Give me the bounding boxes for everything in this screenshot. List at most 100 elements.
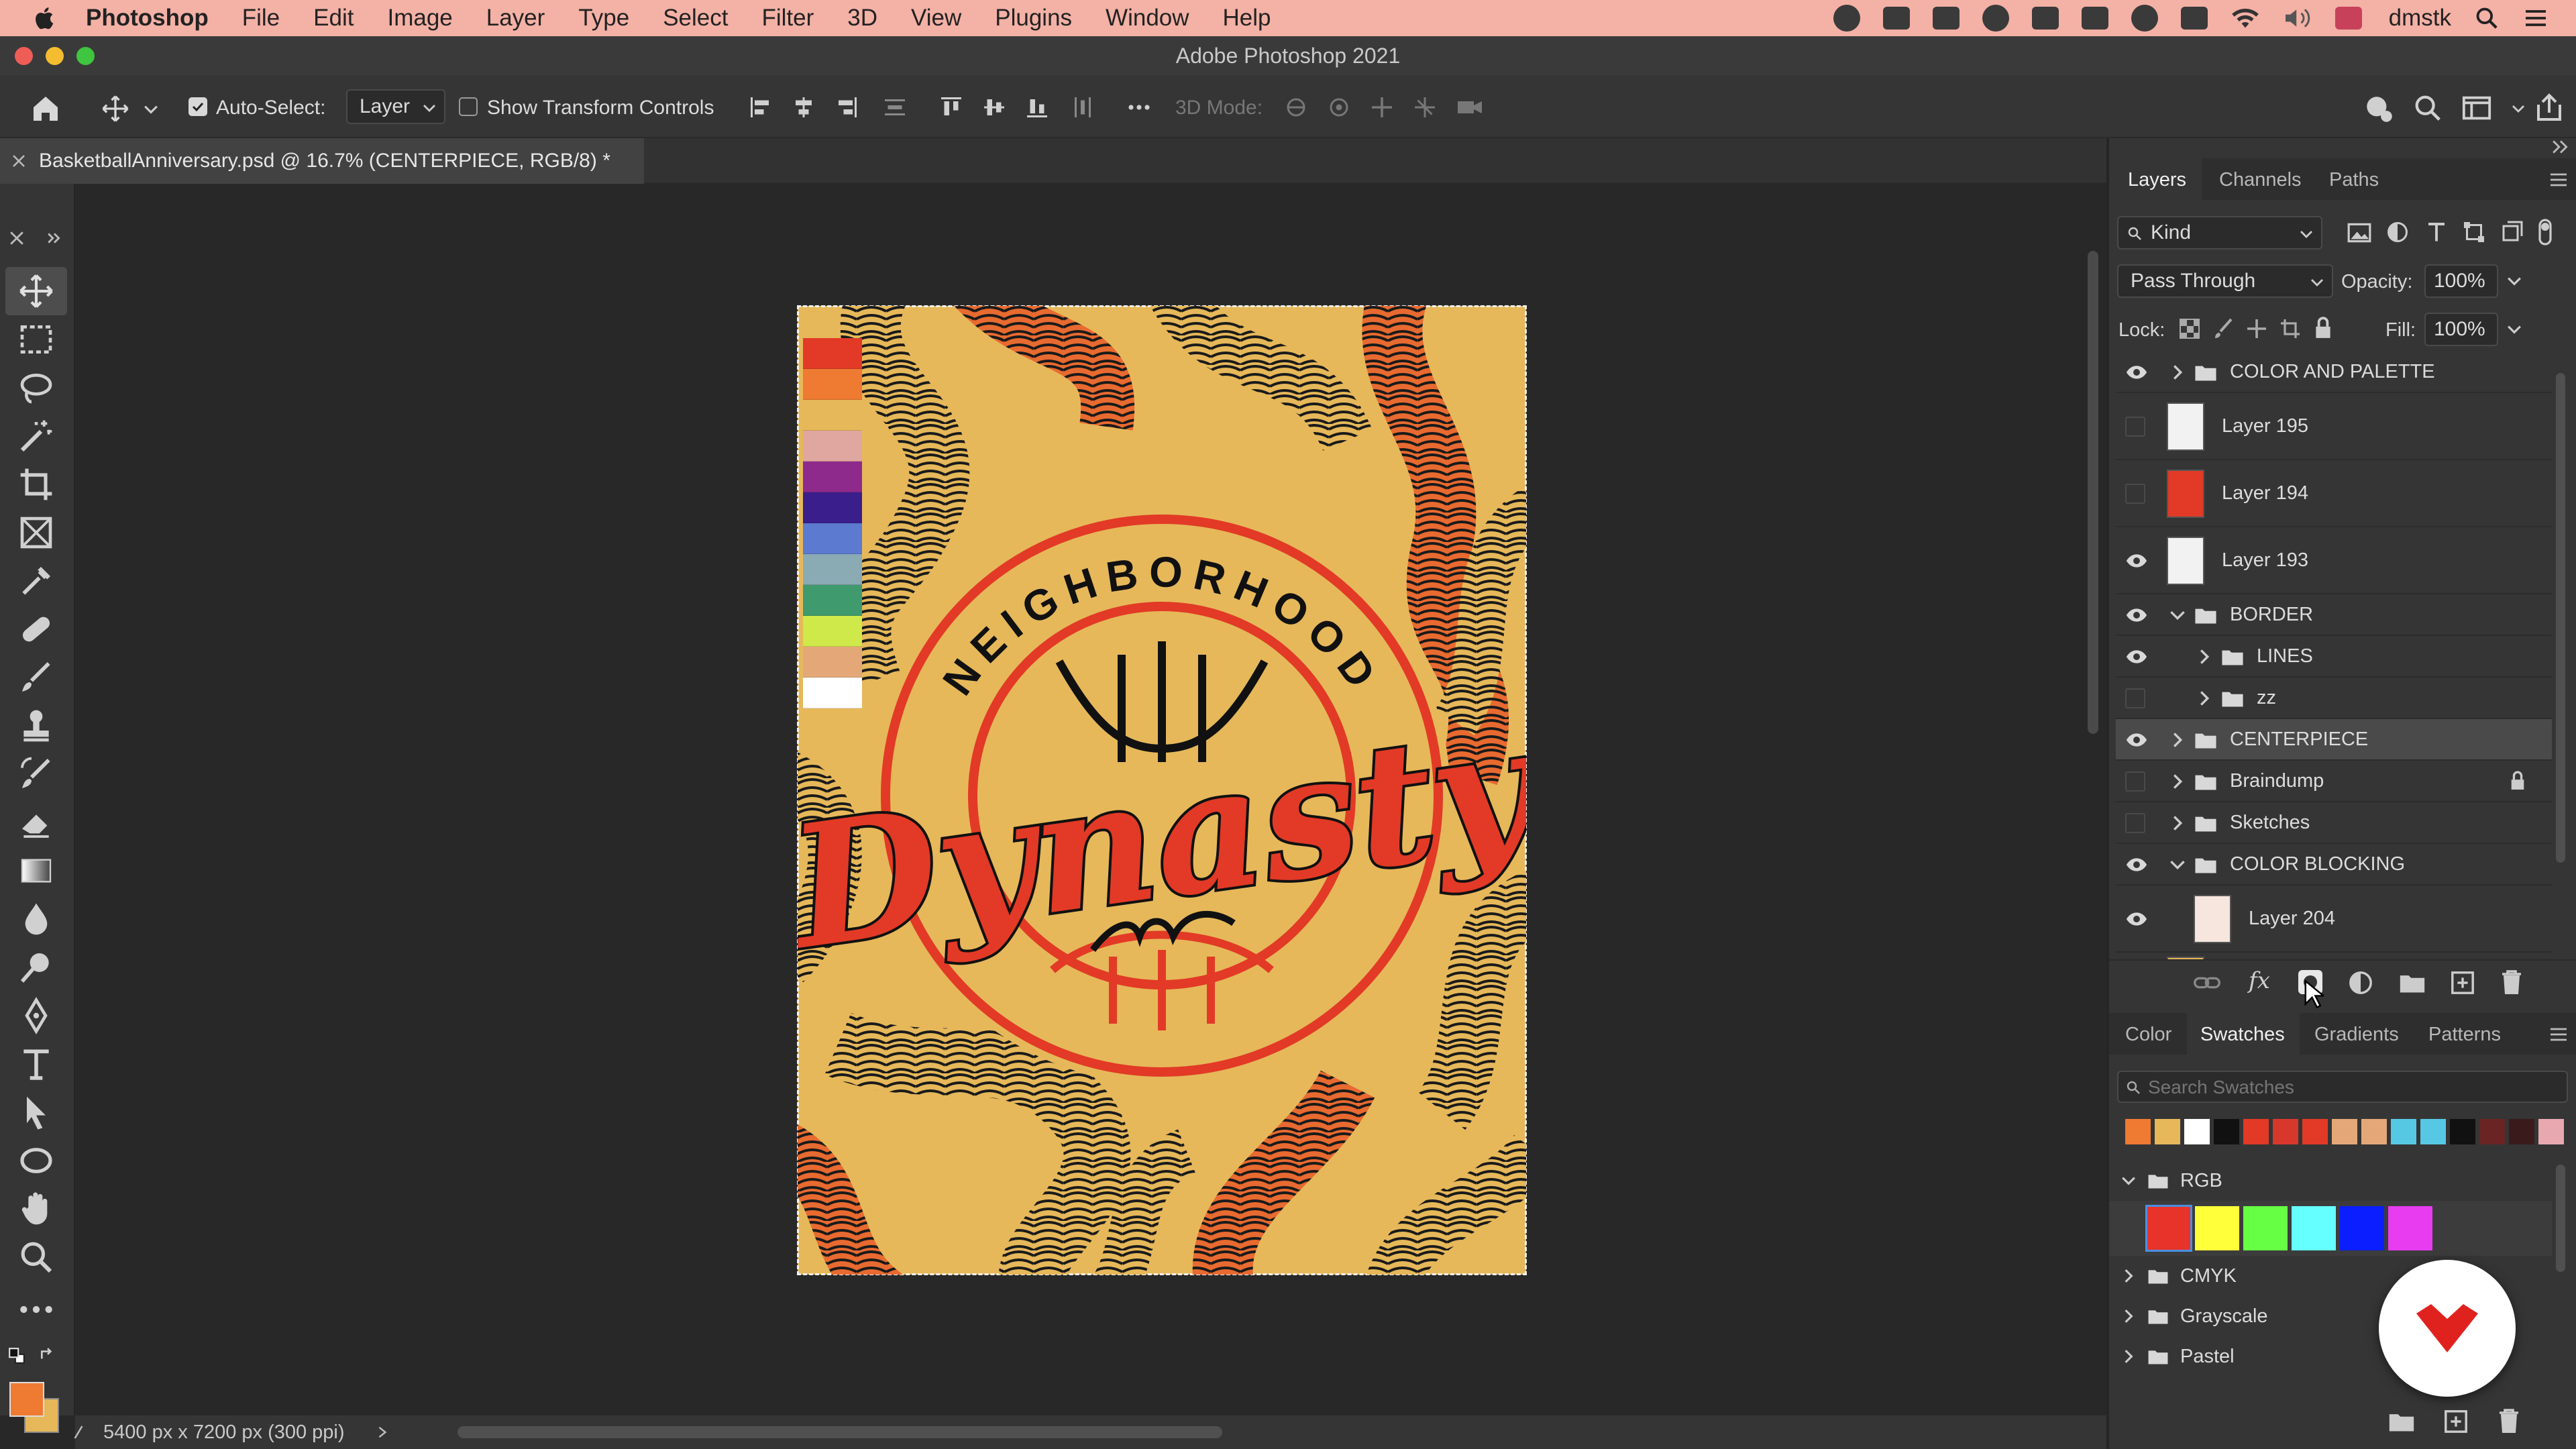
apple-icon[interactable] (31, 4, 59, 32)
menu-file[interactable]: File (242, 5, 280, 32)
screen-share-icon[interactable] (1882, 7, 1910, 30)
menu-type[interactable]: Type (578, 5, 629, 32)
add-layer-style-icon[interactable]: fx (2249, 967, 2270, 994)
menu-filter[interactable]: Filter (761, 5, 814, 32)
visibility-eye-icon[interactable] (2125, 365, 2148, 380)
volume-icon[interactable] (2283, 6, 2312, 30)
control-center-icon[interactable] (2522, 6, 2549, 30)
spot-healing-brush-tool-icon[interactable] (17, 610, 55, 648)
swatches-panel-menu-icon[interactable] (2549, 1026, 2568, 1042)
tab-gradients[interactable]: Gradients (2314, 1024, 2399, 1046)
filter-adjustment-layers-icon[interactable] (2385, 220, 2410, 244)
visibility-toggle[interactable] (2125, 484, 2145, 504)
dodge-tool-icon[interactable] (17, 949, 55, 986)
user-menu[interactable]: dmstk (2389, 5, 2451, 32)
history-brush-tool-icon[interactable] (17, 755, 55, 793)
artwork-document[interactable]: NEIGHBORHOOD Dynasty (797, 305, 1527, 1275)
layers-scrollbar[interactable] (2556, 373, 2565, 863)
tab-patterns[interactable]: Patterns (2428, 1024, 2501, 1046)
swap-colors-icon[interactable] (39, 1347, 56, 1364)
fill-slider-chevron-icon[interactable] (2506, 322, 2522, 337)
expand-chevron-down-icon[interactable] (2169, 857, 2186, 873)
blend-mode-dropdown[interactable]: Pass Through (2117, 264, 2333, 298)
filter-toggle-icon[interactable] (2536, 219, 2555, 246)
layer-filter-dropdown[interactable]: Kind (2117, 216, 2322, 250)
lasso-tool-icon[interactable] (17, 369, 55, 407)
color-swatch[interactable] (2155, 1119, 2180, 1144)
color-swatch[interactable] (2214, 1119, 2239, 1144)
tab-color[interactable]: Color (2125, 1024, 2171, 1046)
align-right-edges-icon[interactable] (835, 95, 859, 119)
pen-tool-icon[interactable] (17, 997, 55, 1034)
menu-window[interactable]: Window (1106, 5, 1189, 32)
menu-image[interactable]: Image (387, 5, 452, 32)
menu-plugins[interactable]: Plugins (995, 5, 1072, 32)
vertical-scrollbar[interactable] (2088, 251, 2098, 734)
expand-chevron-right-icon[interactable] (2196, 690, 2212, 706)
visibility-eye-icon[interactable] (2125, 857, 2148, 872)
learn-icon[interactable] (2363, 93, 2396, 126)
fill-input[interactable]: 100% (2424, 313, 2498, 346)
eraser-tool-icon[interactable] (17, 804, 55, 841)
new-group-icon[interactable] (2399, 971, 2426, 994)
layer-row[interactable]: Layer 193 (2116, 527, 2552, 594)
search-icon[interactable] (2412, 93, 2443, 123)
align-bottom-edges-icon[interactable] (1025, 95, 1049, 119)
color-swatch[interactable] (2479, 1119, 2505, 1144)
layer-group-row[interactable]: Sketches (2116, 802, 2552, 844)
tab-layers[interactable]: Layers (2128, 169, 2186, 191)
dropbox-icon[interactable] (1932, 7, 1960, 30)
app-menu[interactable]: Photoshop (86, 5, 209, 32)
filter-shape-layers-icon[interactable] (2462, 220, 2486, 244)
filter-type-layers-icon[interactable] (2424, 220, 2449, 244)
minimize-window-button[interactable] (46, 47, 64, 65)
color-swatch[interactable] (2450, 1119, 2475, 1144)
flag-icon[interactable] (2334, 7, 2362, 30)
auto-select-target-dropdown[interactable]: Layer (346, 89, 445, 124)
horizontal-scrollbar[interactable] (458, 1426, 1222, 1438)
layer-group-row[interactable]: zz (2116, 678, 2552, 719)
share-icon[interactable] (2533, 91, 2565, 123)
3d-camera-icon[interactable] (1453, 95, 1487, 119)
align-left-edges-icon[interactable] (749, 95, 773, 119)
layer-group-row[interactable]: Braindump (2116, 761, 2552, 802)
blur-tool-icon[interactable] (17, 900, 55, 938)
close-tab-icon[interactable] (12, 154, 25, 168)
expand-chevron-right-icon[interactable] (2169, 364, 2186, 380)
distribute-vertical-icon[interactable] (883, 95, 907, 119)
color-swatch[interactable] (2420, 1119, 2446, 1144)
menu-view[interactable]: View (911, 5, 961, 32)
visibility-eye-icon[interactable] (2125, 553, 2148, 568)
visibility-eye-icon[interactable] (2125, 733, 2148, 747)
foreground-color-swatch[interactable] (9, 1382, 44, 1417)
status-menu-chevron-icon[interactable] (376, 1425, 388, 1440)
color-swatch[interactable] (2195, 1206, 2239, 1250)
filter-pixel-layers-icon[interactable] (2347, 221, 2372, 244)
visibility-eye-icon[interactable] (2125, 649, 2148, 664)
opacity-input[interactable]: 100% (2424, 264, 2498, 298)
airplay-icon[interactable] (2180, 7, 2208, 30)
layer-group-row[interactable]: COLOR AND PALETTE (2116, 352, 2552, 393)
distribute-horizontal-icon[interactable] (1071, 95, 1095, 119)
swatches-search-box[interactable] (2117, 1071, 2568, 1103)
zoom-tool-icon[interactable] (17, 1238, 55, 1276)
frame-tool-icon[interactable] (17, 514, 55, 551)
brush-tool-icon[interactable] (17, 659, 55, 696)
color-swatch[interactable] (2509, 1119, 2534, 1144)
lock-transparent-pixels-icon[interactable] (2179, 318, 2200, 339)
expand-chevron-down-icon[interactable] (2121, 1173, 2136, 1188)
layer-group-row[interactable]: BORDER (2116, 594, 2552, 636)
color-swatch[interactable] (2391, 1119, 2416, 1144)
lock-image-pixels-icon[interactable] (2212, 318, 2234, 339)
rectangular-marquee-tool-icon[interactable] (17, 321, 55, 358)
visibility-toggle[interactable] (2125, 813, 2145, 833)
expand-chevron-right-icon[interactable] (2169, 815, 2186, 831)
color-swatch[interactable] (2243, 1206, 2288, 1250)
menu-help[interactable]: Help (1223, 5, 1271, 32)
delete-swatch-icon[interactable] (2497, 1407, 2521, 1434)
move-tool-icon[interactable] (101, 94, 130, 123)
expand-chevron-down-icon[interactable] (2169, 607, 2186, 623)
close-panel-icon[interactable] (9, 231, 24, 246)
color-swatch[interactable] (2302, 1119, 2328, 1144)
new-adjustment-layer-icon[interactable] (2348, 970, 2373, 996)
